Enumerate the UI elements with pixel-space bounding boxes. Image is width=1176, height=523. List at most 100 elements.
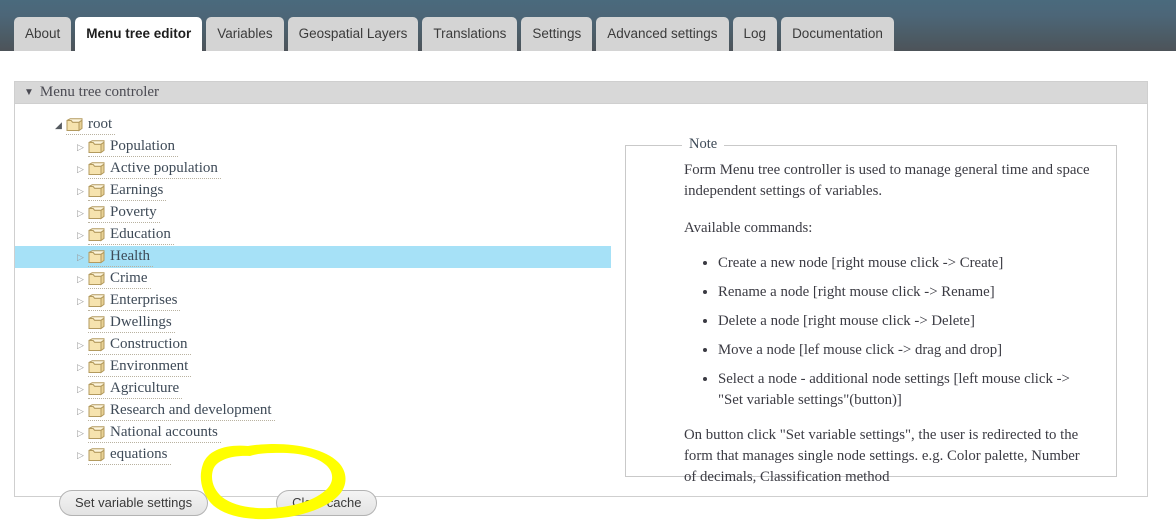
tree-node-dwellings[interactable]: ▷ Dwellings <box>15 312 611 334</box>
tree-node-label: equations <box>110 446 168 462</box>
tree-node-label: Earnings <box>110 182 164 198</box>
folder-icon <box>88 271 105 286</box>
panel-title: Menu tree controler <box>39 84 160 100</box>
tree-node-label: Crime <box>110 270 148 286</box>
tree-node-health[interactable]: ▷ Health <box>15 246 611 268</box>
tree-node-crime[interactable]: ▷ Crime <box>15 268 611 290</box>
tree-node-label: Health <box>110 248 150 264</box>
tree-node-agriculture[interactable]: ▷ Agriculture <box>15 378 611 400</box>
tree-node-label: Education <box>110 226 171 242</box>
tab-menu-tree-editor[interactable]: Menu tree editor <box>75 17 203 51</box>
folder-icon <box>88 205 105 220</box>
tree-node-label: Research and development <box>110 402 272 418</box>
folder-icon <box>88 403 105 418</box>
expand-arrow-collapsed-icon[interactable]: ▷ <box>73 340 88 350</box>
clear-cache-button[interactable]: Clear cache <box>276 490 378 516</box>
expand-arrow-collapsed-icon[interactable]: ▷ <box>73 252 88 262</box>
tree-node-content[interactable]: Enterprises <box>88 291 181 311</box>
folder-icon <box>88 249 105 264</box>
tab-documentation[interactable]: Documentation <box>781 17 894 51</box>
note-command-item: Create a new node [right mouse click -> … <box>718 253 1094 274</box>
note-command-item: Move a node [lef mouse click -> drag and… <box>718 340 1094 361</box>
tree-node-poverty[interactable]: ▷ Poverty <box>15 202 611 224</box>
expand-arrow-collapsed-icon[interactable]: ▷ <box>73 274 88 284</box>
folder-icon <box>88 425 105 440</box>
set-variable-settings-button[interactable]: Set variable settings <box>59 490 209 516</box>
expand-arrow-expanded-icon[interactable]: ◢ <box>51 120 66 130</box>
tab-variables[interactable]: Variables <box>206 17 284 51</box>
expand-arrow-collapsed-icon[interactable]: ▷ <box>73 142 88 152</box>
tree-node-content[interactable]: Poverty <box>88 203 160 223</box>
tree-node-content[interactable]: Education <box>88 225 174 245</box>
tree-node-content[interactable]: National accounts <box>88 423 221 443</box>
note-command-item: Select a node - additional node settings… <box>718 369 1094 411</box>
tree-node-population[interactable]: ▷ Population <box>15 136 611 158</box>
expand-arrow-collapsed-icon[interactable]: ▷ <box>73 230 88 240</box>
tree-action-buttons: Set variable settings Clear cache <box>59 490 378 516</box>
tree-node-education[interactable]: ▷ Education <box>15 224 611 246</box>
note-intro-text: Form Menu tree controller is used to man… <box>684 162 1090 199</box>
expand-arrow-collapsed-icon[interactable]: ▷ <box>73 450 88 460</box>
application-root: About Menu tree editor Variables Geospatial… <box>0 0 1176 523</box>
menu-tree-controller-panel: ▼ Menu tree controler ◢ root ▷ Population ▷ A… <box>14 81 1148 516</box>
tree-node-label: Population <box>110 138 176 154</box>
triangle-down-icon[interactable]: ▼ <box>24 87 34 98</box>
tab-settings[interactable]: Settings <box>521 17 593 51</box>
expand-arrow-collapsed-icon[interactable]: ▷ <box>73 208 88 218</box>
tree-node-label: Construction <box>110 336 188 352</box>
tree-node-content[interactable]: Construction <box>88 335 191 355</box>
note-fieldset: Note Form Menu tree controller is used t… <box>625 136 1117 485</box>
tab-advanced-settings[interactable]: Advanced settings <box>596 17 729 51</box>
tree-node-content[interactable]: Health <box>88 247 153 267</box>
tree-node-content[interactable]: Agriculture <box>88 379 183 399</box>
tree-node-content[interactable]: Dwellings <box>88 313 175 333</box>
tree-node-content[interactable]: Population <box>88 137 179 157</box>
tree-node-content[interactable]: Crime <box>88 269 151 289</box>
note-commands-label: Available commands: <box>684 220 813 236</box>
tree-node-earnings[interactable]: ▷ Earnings <box>15 180 611 202</box>
tree-node-content[interactable]: root <box>66 115 116 135</box>
folder-icon <box>66 117 83 132</box>
note-commands-list: Create a new node [right mouse click -> … <box>684 253 1094 411</box>
folder-icon <box>88 337 105 352</box>
tree-node-enterprises[interactable]: ▷ Enterprises <box>15 290 611 312</box>
panel-header[interactable]: ▼ Menu tree controler <box>15 82 1147 104</box>
tab-translations[interactable]: Translations <box>422 17 518 51</box>
folder-icon <box>88 183 105 198</box>
folder-icon <box>88 227 105 242</box>
tree-node-label: Agriculture <box>110 380 180 396</box>
menu-tree: ◢ root ▷ Population ▷ Active population ▷ Earni… <box>15 104 611 466</box>
tree-node-content[interactable]: Environment <box>88 357 192 377</box>
tree-node-content[interactable]: Earnings <box>88 181 167 201</box>
note-legend: Note <box>682 136 725 153</box>
folder-icon <box>88 139 105 154</box>
tree-node-research-and-development[interactable]: ▷ Research and development <box>15 400 611 422</box>
panel-body: ◢ root ▷ Population ▷ Active population ▷ Earni… <box>15 104 1147 516</box>
tree-node-content[interactable]: Research and development <box>88 401 275 421</box>
note-command-item: Delete a node [right mouse click -> Dele… <box>718 311 1094 332</box>
tree-node-root[interactable]: ◢ root <box>15 114 611 136</box>
tree-node-construction[interactable]: ▷ Construction <box>15 334 611 356</box>
expand-arrow-collapsed-icon[interactable]: ▷ <box>73 164 88 174</box>
folder-icon <box>88 161 105 176</box>
folder-icon <box>88 381 105 396</box>
tree-node-active-population[interactable]: ▷ Active population <box>15 158 611 180</box>
folder-icon <box>88 447 105 462</box>
expand-arrow-collapsed-icon[interactable]: ▷ <box>73 186 88 196</box>
tree-node-environment[interactable]: ▷ Environment <box>15 356 611 378</box>
expand-arrow-collapsed-icon[interactable]: ▷ <box>73 362 88 372</box>
tab-geospatial-layers[interactable]: Geospatial Layers <box>287 17 419 51</box>
expand-arrow-collapsed-icon[interactable]: ▷ <box>73 296 88 306</box>
tree-node-content[interactable]: Active population <box>88 159 221 179</box>
note-command-item: Rename a node [right mouse click -> Rena… <box>718 282 1094 303</box>
tree-node-content[interactable]: equations <box>88 445 171 465</box>
expand-arrow-collapsed-icon[interactable]: ▷ <box>73 384 88 394</box>
tab-about[interactable]: About <box>14 17 72 51</box>
tree-node-equations[interactable]: ▷ equations <box>15 444 611 466</box>
tree-node-label: root <box>88 116 113 132</box>
expand-arrow-collapsed-icon[interactable]: ▷ <box>73 406 88 416</box>
tab-log[interactable]: Log <box>732 17 778 51</box>
expand-arrow-collapsed-icon[interactable]: ▷ <box>73 428 88 438</box>
tree-node-national-accounts[interactable]: ▷ National accounts <box>15 422 611 444</box>
tree-node-label: Poverty <box>110 204 157 220</box>
